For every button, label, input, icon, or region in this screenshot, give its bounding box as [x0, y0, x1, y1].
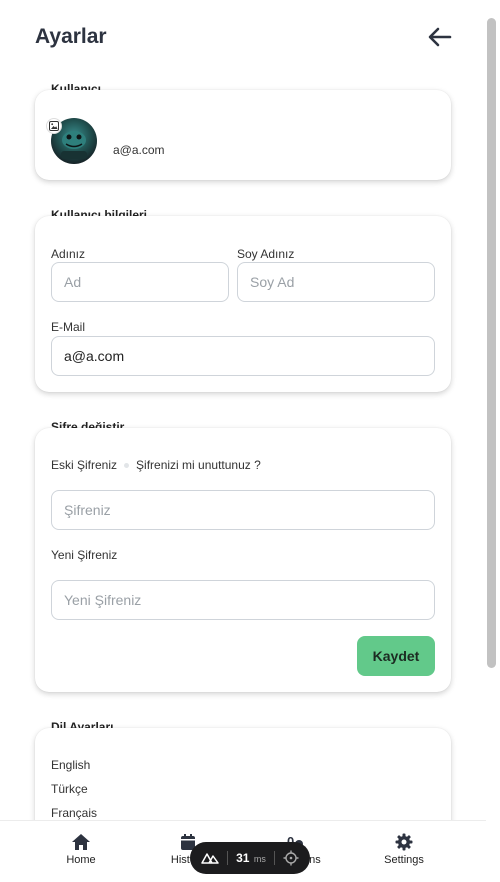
email-label: E-Mail	[51, 320, 86, 334]
last-name-label: Soy Adınız	[237, 247, 295, 261]
header: Ayarlar	[35, 22, 455, 52]
save-button[interactable]: Kaydet	[357, 636, 435, 676]
dev-toolbar-separator	[273, 851, 275, 865]
old-password-input[interactable]	[51, 490, 435, 530]
separator-dot	[124, 462, 130, 468]
first-name-label: Adınız	[51, 247, 86, 261]
image-icon	[49, 121, 59, 131]
old-password-label: Eski Şifreniz	[51, 458, 118, 472]
crosshair-icon[interactable]	[283, 850, 299, 866]
email-field[interactable]	[51, 336, 435, 376]
language-option-french[interactable]: Français	[51, 806, 97, 820]
password-card: Eski Şifreniz Şifrenizi mi unuttunuz ? Y…	[35, 428, 451, 692]
render-time-unit: ms	[253, 854, 266, 864]
new-password-input[interactable]	[51, 580, 435, 620]
back-button[interactable]	[425, 22, 455, 52]
user-info-card: Adınız Soy Adınız E-Mail	[35, 216, 451, 392]
last-name-input[interactable]	[237, 262, 435, 302]
language-option-english[interactable]: English	[51, 758, 90, 772]
render-time-value: 31	[236, 851, 250, 865]
dev-toolbar[interactable]: 31 ms	[190, 842, 310, 874]
old-password-row: Eski Şifreniz Şifrenizi mi unuttunuz ?	[51, 458, 261, 472]
nav-item-settings[interactable]: Settings	[354, 833, 454, 866]
user-card: a@a.com	[35, 90, 451, 180]
scrollbar-thumb[interactable]	[487, 18, 496, 668]
nav-item-home[interactable]: Home	[31, 833, 131, 866]
page-title: Ayarlar	[35, 25, 107, 48]
language-card: English Türkçe Français	[35, 728, 451, 820]
language-option-turkish[interactable]: Türkçe	[51, 782, 88, 796]
dev-toolbar-separator	[227, 851, 229, 865]
render-time: 31 ms	[236, 849, 266, 867]
new-password-label: Yeni Şifreniz	[51, 548, 118, 562]
gear-icon	[395, 833, 413, 851]
nav-label-home: Home	[66, 854, 96, 866]
home-icon	[72, 834, 90, 850]
first-name-input[interactable]	[51, 262, 229, 302]
change-photo-button[interactable]	[46, 118, 62, 134]
nuxt-logo-icon	[201, 853, 219, 864]
nav-label-settings: Settings	[384, 854, 424, 866]
settings-scroll-area[interactable]: Ayarlar Kullanıcı a@a.com Kullanıcı bilg…	[0, 0, 486, 820]
forgot-password-link[interactable]: Şifrenizi mi unuttunuz ?	[136, 458, 261, 472]
arrow-left-icon	[428, 27, 452, 47]
user-email: a@a.com	[113, 143, 165, 157]
